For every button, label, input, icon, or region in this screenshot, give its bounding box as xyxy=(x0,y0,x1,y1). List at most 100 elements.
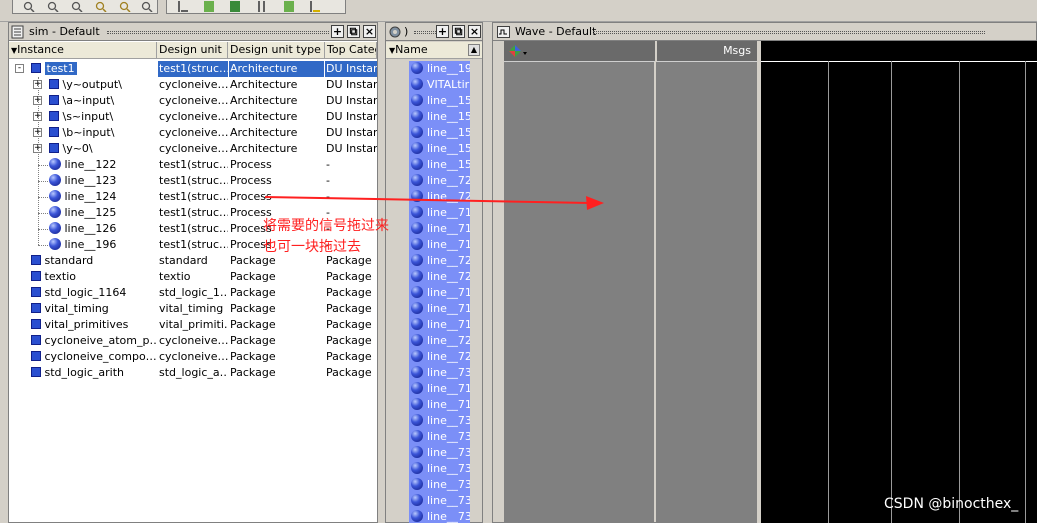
tree-connector xyxy=(38,165,48,166)
pane-drag-handle[interactable] xyxy=(107,31,329,34)
zoom-cursor-icon[interactable] xyxy=(95,1,107,13)
list-item[interactable]: line__72 xyxy=(409,333,470,349)
add-pane-button[interactable]: + xyxy=(331,25,344,38)
close-pane-button[interactable]: × xyxy=(363,25,376,38)
zoom-region-icon[interactable] xyxy=(119,1,131,13)
close-pane-button[interactable]: × xyxy=(468,25,481,38)
zoom-in-icon[interactable] xyxy=(23,1,35,13)
wave-signal-name-area[interactable] xyxy=(504,41,654,523)
wave-msgs-area[interactable] xyxy=(656,41,757,523)
table-row[interactable]: line__124 test1(struc… Process - xyxy=(9,189,377,205)
format-icon[interactable] xyxy=(177,1,189,12)
add-pane-button[interactable]: + xyxy=(436,25,449,38)
list-item[interactable]: line__71 xyxy=(409,301,470,317)
table-row[interactable]: vital_primitives vital_primiti… Package Pac… xyxy=(9,317,377,333)
process-ball-icon xyxy=(411,62,423,74)
column-header-instance[interactable]: ▼Instance xyxy=(9,42,157,59)
table-row[interactable]: + \a~input\ cycloneive… Architecture DU Ins… xyxy=(9,93,377,109)
wave-icon[interactable] xyxy=(229,1,241,12)
pane-drag-handle[interactable] xyxy=(593,31,985,34)
column-header-top-category[interactable]: Top Categ xyxy=(325,42,377,59)
list-item[interactable]: line__73 xyxy=(409,509,470,523)
table-row[interactable]: + \s~input\ cycloneive… Architecture DU Ins… xyxy=(9,109,377,125)
undock-pane-button[interactable]: ⧉ xyxy=(452,25,465,38)
list-item[interactable]: line__72 xyxy=(409,269,470,285)
column-divider[interactable] xyxy=(655,41,657,62)
list-item[interactable]: line__15 xyxy=(409,109,470,125)
object-name: line__72 xyxy=(427,254,470,267)
column-label: Instance xyxy=(17,43,64,56)
wave-icon[interactable] xyxy=(309,1,321,12)
table-row[interactable]: vital_timing vital_timing Package Package xyxy=(9,301,377,317)
wave-icon[interactable] xyxy=(203,1,215,12)
list-item[interactable]: line__72 xyxy=(409,173,470,189)
table-row[interactable]: std_logic_1164 std_logic_1… Package Package xyxy=(9,285,377,301)
list-item[interactable]: line__73 xyxy=(409,461,470,477)
list-item[interactable]: line__15 xyxy=(409,157,470,173)
wave-gridline xyxy=(1025,61,1026,523)
list-item[interactable]: line__72 xyxy=(409,349,470,365)
design-unit-cell: cycloneive… xyxy=(159,94,228,107)
wave-window-icon xyxy=(497,26,510,41)
list-item[interactable]: line__73 xyxy=(409,365,470,381)
zoom-last-icon[interactable] xyxy=(141,1,153,13)
list-item[interactable]: line__15 xyxy=(409,125,470,141)
list-item[interactable]: line__71 xyxy=(409,221,470,237)
zoom-out-icon[interactable] xyxy=(47,1,59,13)
scroll-up-button[interactable]: ▲ xyxy=(468,44,480,56)
pane-drag-handle[interactable] xyxy=(414,31,436,34)
zoom-full-icon[interactable] xyxy=(71,1,83,13)
list-item[interactable]: line__19 xyxy=(409,61,470,77)
list-item[interactable]: line__71 xyxy=(409,317,470,333)
list-item[interactable]: line__72 xyxy=(409,189,470,205)
tree-connector xyxy=(38,197,48,198)
table-row[interactable]: + \y~output\ cycloneive… Architecture DU In… xyxy=(9,77,377,93)
column-header-design-unit[interactable]: Design unit xyxy=(157,42,228,59)
list-item[interactable]: line__71 xyxy=(409,381,470,397)
table-row[interactable]: + \y~0\cycloneive…ArchitectureDU Instanc xyxy=(9,141,377,157)
list-item[interactable]: line__73 xyxy=(409,445,470,461)
list-item[interactable]: line__71 xyxy=(409,285,470,301)
list-item[interactable]: line__15 xyxy=(409,141,470,157)
table-row[interactable]: + \b~input\ cycloneive… Architecture DU Ins… xyxy=(9,125,377,141)
list-item[interactable]: line__73 xyxy=(409,413,470,429)
list-item[interactable]: line__15 xyxy=(409,93,470,109)
objects-column-header[interactable]: ▼Name ▲ xyxy=(386,42,482,59)
list-item[interactable]: line__71 xyxy=(409,237,470,253)
process-ball-icon xyxy=(411,238,423,250)
design-unit-cell: test1(struc… xyxy=(158,61,228,77)
list-item[interactable]: line__72 xyxy=(409,253,470,269)
collapse-icon[interactable]: - xyxy=(15,64,24,73)
instance-name: std_logic_arith xyxy=(44,366,125,379)
table-row[interactable]: std_logic_arith std_logic_a… Package Packag… xyxy=(9,365,377,381)
list-item[interactable]: VITALtir xyxy=(409,77,470,93)
list-item[interactable]: line__73 xyxy=(409,429,470,445)
wave-icon[interactable] xyxy=(283,1,295,12)
object-name: line__72 xyxy=(427,350,470,363)
table-row[interactable]: cycloneive_compo… cycloneive… Package Packa… xyxy=(9,349,377,365)
list-item[interactable]: line__71 xyxy=(409,205,470,221)
table-row[interactable]: textio textio Package Package xyxy=(9,269,377,285)
design-unit-type-cell: Architecture xyxy=(230,110,298,123)
object-name: line__73 xyxy=(427,462,470,475)
table-row[interactable]: line__123 test1(struc… Process - xyxy=(9,173,377,189)
table-row[interactable]: line__122 test1(struc… Process - xyxy=(9,157,377,173)
list-item[interactable]: line__71 xyxy=(409,397,470,413)
design-unit-type-cell: Process xyxy=(230,174,272,187)
design-unit-type-cell: Process xyxy=(230,190,272,203)
list-item[interactable]: line__73 xyxy=(409,477,470,493)
instance-name: cycloneive_compo… xyxy=(44,350,157,363)
wave-icon[interactable] xyxy=(257,1,269,12)
design-unit-type-cell: Package xyxy=(230,334,276,347)
undock-pane-button[interactable]: ⧉ xyxy=(347,25,360,38)
design-unit-cell: test1(struc… xyxy=(159,222,228,235)
design-unit-type-cell: Architecture xyxy=(230,94,298,107)
table-row[interactable]: - test1 test1(struc… Architecture DU Instan… xyxy=(9,61,377,77)
process-ball-icon xyxy=(411,270,423,282)
list-item[interactable]: line__73 xyxy=(409,493,470,509)
table-row[interactable]: cycloneive_atom_p… cycloneive… Package Pack… xyxy=(9,333,377,349)
column-header-design-unit-type[interactable]: Design unit type xyxy=(228,42,325,59)
wave-canvas[interactable] xyxy=(761,41,1037,523)
diamond-icon[interactable] xyxy=(508,44,528,61)
instance-name: \b~input\ xyxy=(62,126,115,139)
